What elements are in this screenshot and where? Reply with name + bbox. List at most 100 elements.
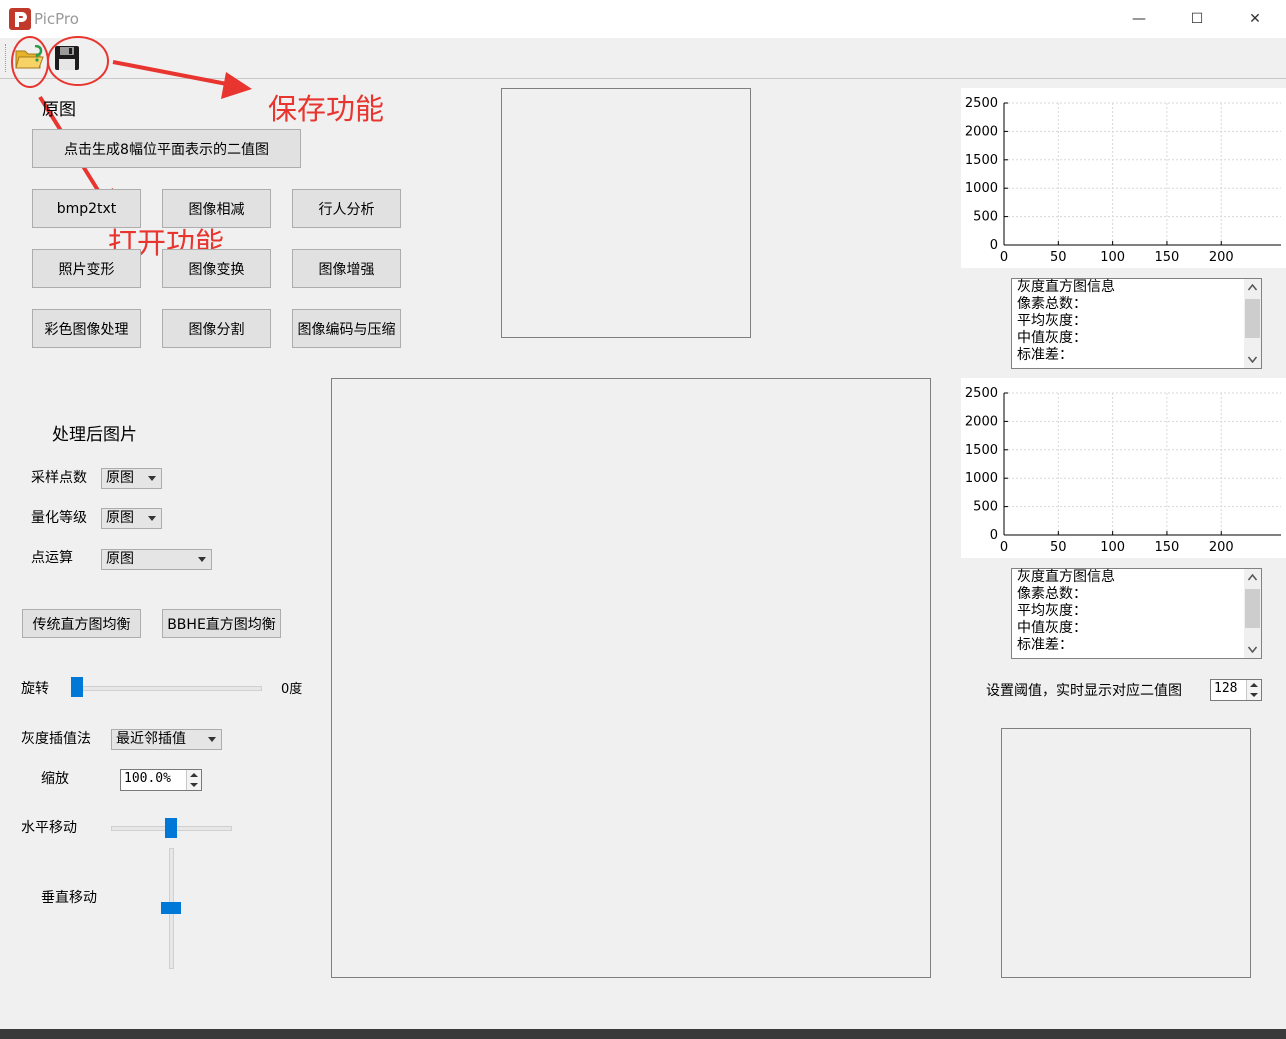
x-tick-label: 100 — [1100, 250, 1125, 265]
y-tick-label: 500 — [973, 500, 998, 515]
x-tick-label: 0 — [1000, 540, 1008, 555]
image-subtract-button[interactable]: 图像相减 — [162, 189, 271, 228]
y-tick-label: 2000 — [965, 414, 998, 429]
quantization-label: 量化等级 — [31, 510, 87, 526]
processed-image-panel — [331, 378, 931, 978]
close-icon: ✕ — [1249, 11, 1261, 27]
point-op-select[interactable]: 原图 — [101, 549, 212, 570]
bitplane-button[interactable]: 点击生成8幅位平面表示的二值图 — [32, 129, 301, 168]
y-tick-label: 1500 — [965, 153, 998, 168]
x-tick-label: 200 — [1209, 540, 1234, 555]
save-arrow-head — [221, 72, 252, 99]
vmove-label: 垂直移动 — [41, 890, 97, 906]
open-highlight-circle — [11, 36, 49, 88]
image-transform-button[interactable]: 图像变换 — [162, 249, 271, 288]
x-tick-label: 150 — [1155, 250, 1180, 265]
original-histogram-chart: 0 500 1000 1500 2000 2500 0 50 100 150 200 — [961, 88, 1286, 268]
chevron-down-icon — [198, 557, 206, 562]
minimize-button[interactable]: — — [1110, 0, 1168, 38]
save-annotation: 保存功能 — [268, 92, 385, 126]
image-enhance-button[interactable]: 图像增强 — [292, 249, 401, 288]
original-image-panel — [501, 88, 751, 338]
point-op-label: 点运算 — [31, 550, 73, 566]
vmove-slider-thumb[interactable] — [161, 901, 181, 914]
maximize-button[interactable]: ☐ — [1168, 0, 1226, 38]
rotate-value: 0度 — [281, 682, 303, 697]
processed-image-label: 处理后图片 — [52, 425, 137, 445]
hist-info-mean: 平均灰度： — [1017, 313, 1087, 329]
y-tick-label: 1000 — [965, 181, 998, 196]
hist-info-mean: 平均灰度： — [1017, 603, 1087, 619]
sampling-value: 原图 — [106, 470, 134, 486]
y-tick-label: 2500 — [965, 386, 998, 401]
rotate-label: 旋转 — [21, 681, 49, 697]
sampling-select[interactable]: 原图 — [101, 468, 162, 489]
hist-info-std: 标准差： — [1017, 347, 1073, 363]
scale-label: 缩放 — [41, 771, 69, 787]
color-processing-button[interactable]: 彩色图像处理 — [32, 309, 141, 348]
y-tick-label: 500 — [973, 210, 998, 225]
threshold-label: 设置阈值，实时显示对应二值图 — [986, 683, 1182, 699]
hist-info-std: 标准差： — [1017, 637, 1073, 653]
y-tick-label: 0 — [990, 238, 998, 253]
arrow-up-icon — [190, 773, 198, 777]
maximize-icon: ☐ — [1190, 11, 1204, 27]
scroll-down-icon — [1248, 356, 1257, 363]
point-op-value: 原图 — [106, 551, 134, 567]
y-tick-label: 0 — [990, 528, 998, 543]
binary-image-panel — [1001, 728, 1251, 978]
original-hist-info[interactable]: 灰度直方图信息 像素总数： 平均灰度： 中值灰度： 标准差： — [1011, 278, 1262, 369]
rotate-slider-track[interactable] — [72, 686, 262, 691]
processed-hist-info[interactable]: 灰度直方图信息 像素总数： 平均灰度： 中值灰度： 标准差： — [1011, 568, 1262, 659]
hist-info-pixel-count: 像素总数： — [1017, 296, 1087, 312]
bmp2txt-button[interactable]: bmp2txt — [32, 189, 141, 228]
hmove-label: 水平移动 — [21, 820, 77, 836]
hist-info-title: 灰度直方图信息 — [1017, 569, 1115, 585]
y-tick-label: 1500 — [965, 443, 998, 458]
hist-info-median: 中值灰度： — [1017, 620, 1087, 636]
image-compression-button[interactable]: 图像编码与压缩 — [292, 309, 401, 348]
scrollbar-thumb[interactable] — [1245, 299, 1260, 338]
scroll-down-icon — [1248, 646, 1257, 653]
interp-select[interactable]: 最近邻插值 — [111, 729, 222, 750]
x-tick-label: 200 — [1209, 250, 1234, 265]
scale-value: 100.0% — [124, 771, 171, 786]
scrollbar-thumb[interactable] — [1245, 589, 1260, 628]
hist-equalize-button[interactable]: 传统直方图均衡 — [22, 609, 141, 638]
chevron-down-icon — [148, 516, 156, 521]
x-tick-label: 100 — [1100, 540, 1125, 555]
arrow-down-icon — [1250, 693, 1258, 697]
threshold-value: 128 — [1214, 681, 1238, 696]
save-highlight-circle — [47, 36, 109, 86]
threshold-stepper[interactable] — [1246, 680, 1261, 700]
quantization-select[interactable]: 原图 — [101, 508, 162, 529]
scale-spinbox[interactable]: 100.0% — [120, 769, 202, 791]
vertical-scrollbar[interactable] — [1244, 279, 1261, 368]
bbhe-button[interactable]: BBHE直方图均衡 — [162, 609, 281, 638]
vertical-scrollbar[interactable] — [1244, 569, 1261, 658]
pedestrian-analysis-button[interactable]: 行人分析 — [292, 189, 401, 228]
x-tick-label: 0 — [1000, 250, 1008, 265]
interp-value: 最近邻插值 — [116, 731, 186, 747]
save-arrow-line — [112, 60, 233, 87]
x-tick-label: 150 — [1155, 540, 1180, 555]
close-button[interactable]: ✕ — [1226, 0, 1284, 38]
x-tick-label: 50 — [1050, 250, 1067, 265]
hist-info-pixel-count: 像素总数： — [1017, 586, 1087, 602]
photo-warp-button[interactable]: 照片变形 — [32, 249, 141, 288]
arrow-down-icon — [190, 783, 198, 787]
y-tick-label: 1000 — [965, 471, 998, 486]
x-tick-label: 50 — [1050, 540, 1067, 555]
scale-stepper[interactable] — [186, 770, 201, 790]
chevron-down-icon — [208, 737, 216, 742]
hmove-slider-thumb[interactable] — [164, 818, 177, 838]
image-segmentation-button[interactable]: 图像分割 — [162, 309, 271, 348]
y-tick-label: 2500 — [965, 96, 998, 111]
threshold-spinbox[interactable]: 128 — [1210, 679, 1262, 701]
hist-info-median: 中值灰度： — [1017, 330, 1087, 346]
taskbar-strip — [0, 1029, 1286, 1039]
rotate-slider-thumb[interactable] — [71, 677, 83, 697]
scroll-up-icon — [1248, 284, 1257, 291]
scroll-up-icon — [1248, 574, 1257, 581]
interp-label: 灰度插值法 — [21, 731, 91, 747]
